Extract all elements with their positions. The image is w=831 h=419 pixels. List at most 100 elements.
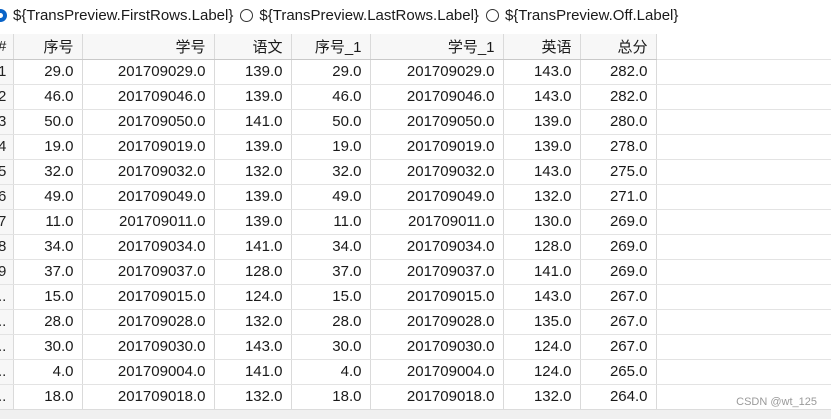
table-cell[interactable]: 124.0 [214, 284, 292, 310]
row-number-cell[interactable]: .. [0, 359, 14, 385]
table-row[interactable]: ..4.0201709004.0141.04.0201709004.0124.0… [0, 359, 831, 385]
row-number-cell[interactable]: .. [0, 384, 14, 410]
table-cell[interactable]: 11.0 [13, 209, 83, 235]
table-cell[interactable]: 267.0 [580, 284, 657, 310]
table-cell[interactable]: 46.0 [13, 84, 83, 110]
table-cell[interactable]: 201709030.0 [82, 334, 215, 360]
table-row[interactable]: 350.0201709050.0141.050.0201709050.0139.… [0, 109, 831, 135]
radio-button-icon[interactable] [240, 8, 254, 22]
table-row[interactable]: ..15.0201709015.0124.015.0201709015.0143… [0, 284, 831, 310]
table-cell[interactable]: 139.0 [214, 59, 292, 85]
table-row[interactable]: 419.0201709019.0139.019.0201709019.0139.… [0, 134, 831, 160]
table-cell[interactable]: 135.0 [503, 309, 581, 335]
row-number-cell[interactable]: 3 [0, 109, 14, 135]
table-row[interactable]: 834.0201709034.0141.034.0201709034.0128.… [0, 234, 831, 260]
row-number-cell[interactable]: 2 [0, 84, 14, 110]
table-cell[interactable]: 29.0 [291, 59, 371, 85]
radio-button-icon[interactable] [0, 8, 7, 22]
table-cell[interactable]: 201709004.0 [82, 359, 215, 385]
table-cell[interactable]: 278.0 [580, 134, 657, 160]
table-cell[interactable]: 141.0 [503, 259, 581, 285]
table-cell[interactable]: 201709028.0 [82, 309, 215, 335]
row-number-cell[interactable]: 5 [0, 159, 14, 185]
table-cell[interactable]: 124.0 [503, 359, 581, 385]
table-row[interactable]: ..18.0201709018.0132.018.0201709018.0132… [0, 384, 831, 410]
table-cell[interactable]: 201709004.0 [370, 359, 504, 385]
table-cell[interactable]: 201709034.0 [370, 234, 504, 260]
row-number-cell[interactable]: .. [0, 284, 14, 310]
table-cell[interactable]: 4.0 [13, 359, 83, 385]
table-cell[interactable]: 143.0 [503, 84, 581, 110]
table-cell[interactable]: 201709034.0 [82, 234, 215, 260]
table-cell[interactable]: 275.0 [580, 159, 657, 185]
table-cell[interactable]: 269.0 [580, 209, 657, 235]
table-cell[interactable]: 201709032.0 [82, 159, 215, 185]
column-header[interactable]: 学号 [82, 34, 215, 60]
radio-button-icon[interactable] [485, 8, 499, 22]
column-header-rownum[interactable]: # [0, 34, 14, 60]
table-cell[interactable]: 37.0 [13, 259, 83, 285]
table-cell[interactable]: 201709050.0 [82, 109, 215, 135]
table-cell[interactable]: 139.0 [214, 184, 292, 210]
table-cell[interactable]: 201709046.0 [82, 84, 215, 110]
table-cell[interactable]: 46.0 [291, 84, 371, 110]
table-cell[interactable]: 141.0 [214, 109, 292, 135]
row-number-cell[interactable]: 1 [0, 59, 14, 85]
table-cell[interactable]: 201709049.0 [370, 184, 504, 210]
table-cell[interactable]: 201709037.0 [370, 259, 504, 285]
table-cell[interactable]: 28.0 [291, 309, 371, 335]
radio-last-rows[interactable]: ${TransPreview.LastRows.Label} [240, 7, 479, 24]
table-cell[interactable]: 201709011.0 [82, 209, 215, 235]
table-cell[interactable]: 130.0 [503, 209, 581, 235]
table-cell[interactable]: 32.0 [13, 159, 83, 185]
radio-off[interactable]: ${TransPreview.Off.Label} [485, 7, 678, 24]
table-cell[interactable]: 201709050.0 [370, 109, 504, 135]
table-cell[interactable]: 282.0 [580, 84, 657, 110]
column-header[interactable]: 总分 [580, 34, 657, 60]
table-cell[interactable]: 139.0 [503, 134, 581, 160]
table-row[interactable]: 246.0201709046.0139.046.0201709046.0143.… [0, 84, 831, 110]
table-cell[interactable]: 201709030.0 [370, 334, 504, 360]
table-cell[interactable]: 201709032.0 [370, 159, 504, 185]
table-cell[interactable]: 19.0 [291, 134, 371, 160]
table-cell[interactable]: 143.0 [503, 159, 581, 185]
table-cell[interactable]: 201709046.0 [370, 84, 504, 110]
table-cell[interactable]: 282.0 [580, 59, 657, 85]
table-cell[interactable]: 141.0 [214, 234, 292, 260]
table-cell[interactable]: 11.0 [291, 209, 371, 235]
table-cell[interactable]: 201709037.0 [82, 259, 215, 285]
table-cell[interactable]: 201709019.0 [370, 134, 504, 160]
table-cell[interactable]: 201709018.0 [370, 384, 504, 410]
table-cell[interactable]: 201709029.0 [82, 59, 215, 85]
table-cell[interactable]: 132.0 [214, 384, 292, 410]
table-cell[interactable]: 269.0 [580, 234, 657, 260]
table-cell[interactable]: 201709029.0 [370, 59, 504, 85]
table-cell[interactable]: 269.0 [580, 259, 657, 285]
table-cell[interactable]: 201709049.0 [82, 184, 215, 210]
table-row[interactable]: 129.0201709029.0139.029.0201709029.0143.… [0, 59, 831, 85]
table-cell[interactable]: 18.0 [13, 384, 83, 410]
table-cell[interactable]: 201709015.0 [370, 284, 504, 310]
table-cell[interactable]: 19.0 [13, 134, 83, 160]
table-cell[interactable]: 50.0 [291, 109, 371, 135]
table-cell[interactable]: 201709015.0 [82, 284, 215, 310]
table-row[interactable]: ..28.0201709028.0132.028.0201709028.0135… [0, 309, 831, 335]
table-cell[interactable]: 201709019.0 [82, 134, 215, 160]
table-cell[interactable]: 143.0 [214, 334, 292, 360]
table-cell[interactable]: 34.0 [291, 234, 371, 260]
table-row[interactable]: ..30.0201709030.0143.030.0201709030.0124… [0, 334, 831, 360]
table-cell[interactable]: 141.0 [214, 359, 292, 385]
table-cell[interactable]: 132.0 [214, 309, 292, 335]
table-cell[interactable]: 28.0 [13, 309, 83, 335]
row-number-cell[interactable]: 4 [0, 134, 14, 160]
table-cell[interactable]: 49.0 [13, 184, 83, 210]
table-cell[interactable]: 15.0 [13, 284, 83, 310]
table-cell[interactable]: 29.0 [13, 59, 83, 85]
table-cell[interactable]: 139.0 [214, 84, 292, 110]
table-cell[interactable]: 139.0 [214, 134, 292, 160]
table-cell[interactable]: 37.0 [291, 259, 371, 285]
table-cell[interactable]: 32.0 [291, 159, 371, 185]
table-cell[interactable]: 201709011.0 [370, 209, 504, 235]
table-cell[interactable]: 128.0 [503, 234, 581, 260]
table-cell[interactable]: 15.0 [291, 284, 371, 310]
